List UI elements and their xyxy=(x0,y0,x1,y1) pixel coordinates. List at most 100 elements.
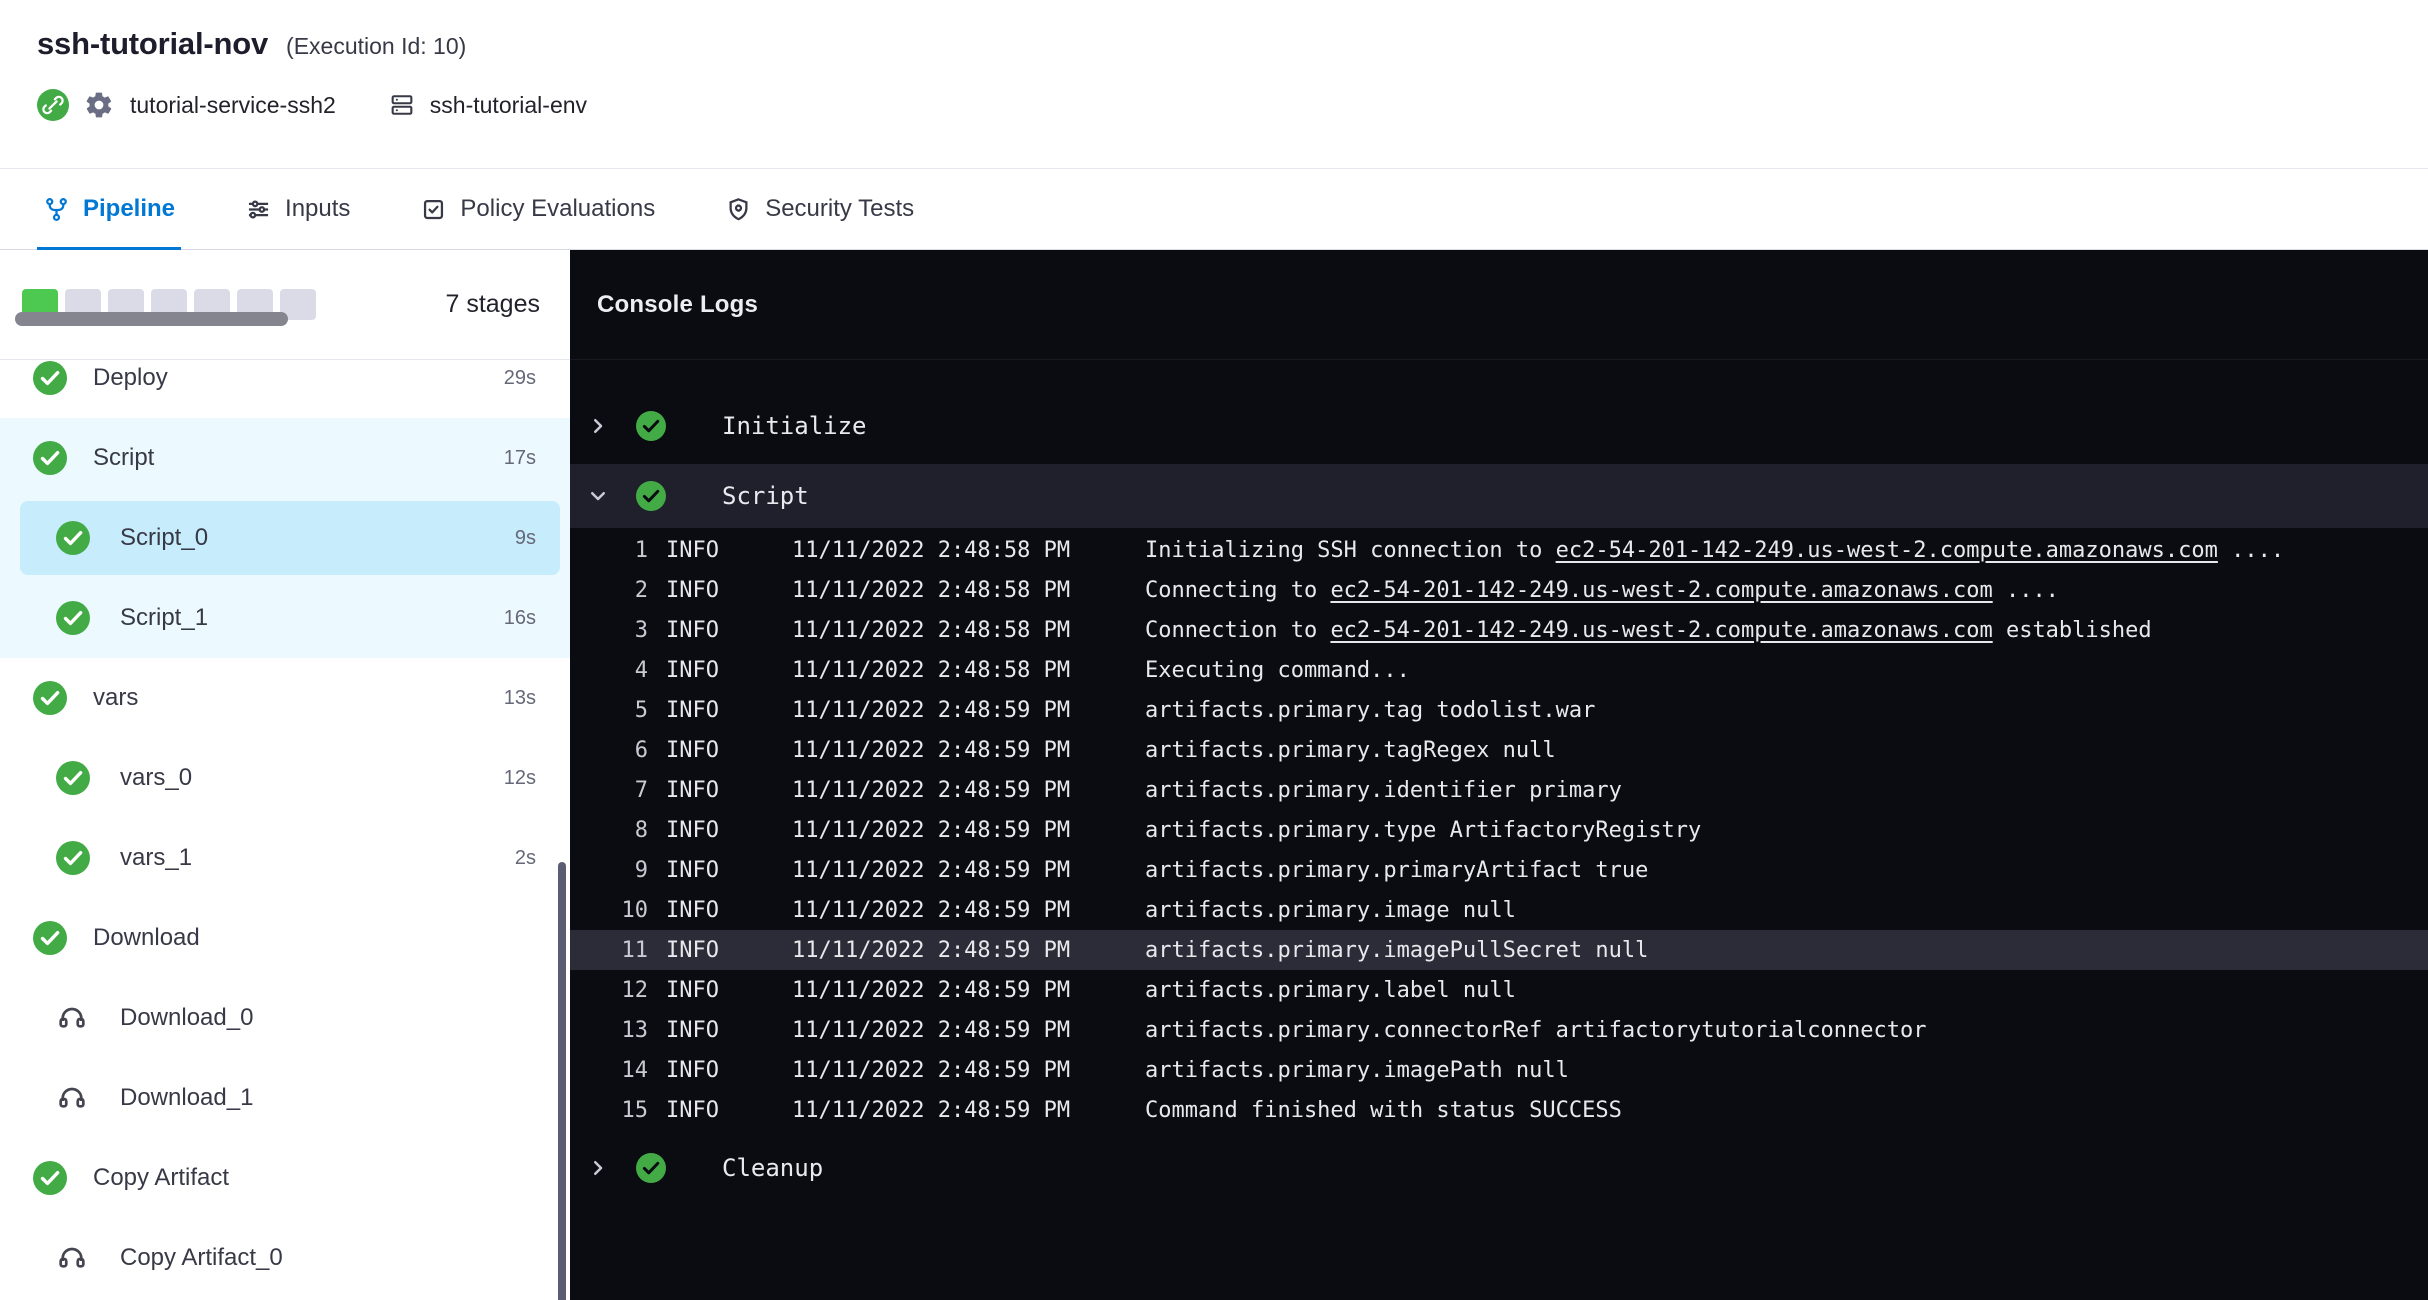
log-level: INFO xyxy=(666,978,792,1003)
log-text: Connection to xyxy=(1145,618,1330,643)
log-message: artifacts.primary.primaryArtifact true xyxy=(1145,858,2428,883)
stage-row[interactable]: Download_1 xyxy=(0,1058,570,1138)
stage-row[interactable]: Script_0 9s xyxy=(0,498,570,578)
stage-label: Copy Artifact_0 xyxy=(120,1244,283,1272)
environment-name[interactable]: ssh-tutorial-env xyxy=(430,92,587,119)
log-timestamp: 11/11/2022 2:48:58 PM xyxy=(792,538,1145,563)
log-level: INFO xyxy=(666,618,792,643)
stage-duration: 12s xyxy=(504,767,570,790)
policy-evaluations-icon xyxy=(420,196,447,223)
success-check-icon xyxy=(56,761,90,795)
success-check-icon xyxy=(33,921,67,955)
tab-security-tests[interactable]: Security Tests xyxy=(719,169,920,249)
log-message: artifacts.primary.identifier primary xyxy=(1145,778,2428,803)
stages-sidebar: 7 stages Deploy 29s Script 17s Script_0 … xyxy=(0,250,570,1300)
stage-row[interactable]: Download xyxy=(0,898,570,978)
log-line-number: 12 xyxy=(570,978,648,1003)
log-row: 12 INFO 11/11/2022 2:48:59 PM artifacts.… xyxy=(570,970,2428,1010)
log-level: INFO xyxy=(666,858,792,883)
log-line-number: 9 xyxy=(570,858,648,883)
stage-label: Download_0 xyxy=(120,1004,253,1032)
stages-count: 7 stages xyxy=(445,290,540,319)
log-timestamp: 11/11/2022 2:48:59 PM xyxy=(792,938,1145,963)
log-line-number: 7 xyxy=(570,778,648,803)
tab-inputs[interactable]: Inputs xyxy=(239,169,356,249)
page-title: ssh-tutorial-nov xyxy=(37,26,268,62)
stage-row[interactable]: Copy Artifact xyxy=(0,1138,570,1218)
log-timestamp: 11/11/2022 2:48:58 PM xyxy=(792,578,1145,603)
log-row: 9 INFO 11/11/2022 2:48:59 PM artifacts.p… xyxy=(570,850,2428,890)
log-line-number: 4 xyxy=(570,658,648,683)
log-row: 2 INFO 11/11/2022 2:48:58 PM Connecting … xyxy=(570,570,2428,610)
stage-label: Copy Artifact xyxy=(93,1164,229,1192)
log-level: INFO xyxy=(666,698,792,723)
stage-row[interactable]: Copy Artifact_0 xyxy=(0,1218,570,1298)
chevron-down-icon[interactable] xyxy=(586,484,610,508)
tab-policy-evaluations[interactable]: Policy Evaluations xyxy=(414,169,661,249)
stage-row[interactable]: Script 17s xyxy=(0,418,570,498)
inputs-icon xyxy=(245,196,272,223)
tab-pipeline[interactable]: Pipeline xyxy=(37,169,181,249)
log-text: artifacts.primary.label null xyxy=(1145,978,1516,1003)
log-text: artifacts.primary.image null xyxy=(1145,898,1516,923)
log-section-initialize[interactable]: Initialize xyxy=(570,394,2428,458)
success-check-icon xyxy=(636,481,666,511)
section-label: Cleanup xyxy=(722,1154,823,1182)
log-message: Connecting to ec2-54-201-142-249.us-west… xyxy=(1145,578,2428,603)
log-message: artifacts.primary.imagePath null xyxy=(1145,1058,2428,1083)
log-level: INFO xyxy=(666,938,792,963)
log-timestamp: 11/11/2022 2:48:59 PM xyxy=(792,818,1145,843)
log-line-number: 6 xyxy=(570,738,648,763)
stage-row[interactable]: vars_0 12s xyxy=(0,738,570,818)
log-line-number: 14 xyxy=(570,1058,648,1083)
sidebar-scrollbar[interactable] xyxy=(558,862,566,1300)
log-link[interactable]: ec2-54-201-142-249.us-west-2.compute.ama… xyxy=(1330,578,1992,603)
log-link[interactable]: ec2-54-201-142-249.us-west-2.compute.ama… xyxy=(1556,538,2218,563)
console-panel: Console Logs Initialize xyxy=(570,250,2428,1300)
log-row: 1 INFO 11/11/2022 2:48:58 PM Initializin… xyxy=(570,530,2428,570)
success-check-icon xyxy=(56,521,90,555)
stage-duration: 13s xyxy=(504,687,570,710)
log-message: artifacts.primary.label null xyxy=(1145,978,2428,1003)
gear-icon[interactable] xyxy=(84,90,114,120)
log-text: artifacts.primary.imagePath null xyxy=(1145,1058,1569,1083)
log-link[interactable]: ec2-54-201-142-249.us-west-2.compute.ama… xyxy=(1330,618,1992,643)
meta-row: tutorial-service-ssh2 ssh-tutorial-env xyxy=(37,89,2428,121)
success-check-icon xyxy=(636,1153,666,1183)
execution-id: (Execution Id: 10) xyxy=(286,33,466,60)
log-level: INFO xyxy=(666,738,792,763)
stage-duration: 17s xyxy=(504,447,570,470)
pipeline-icon xyxy=(43,196,70,223)
log-text: artifacts.primary.tag todolist.war xyxy=(1145,698,1595,723)
log-section-cleanup[interactable]: Cleanup xyxy=(570,1136,2428,1200)
log-timestamp: 11/11/2022 2:48:59 PM xyxy=(792,858,1145,883)
progress-scrollbar[interactable] xyxy=(15,312,288,326)
log-line-number: 13 xyxy=(570,1018,648,1043)
log-text: artifacts.primary.type ArtifactoryRegist… xyxy=(1145,818,1701,843)
log-text: artifacts.primary.tagRegex null xyxy=(1145,738,1556,763)
stage-row[interactable]: vars 13s xyxy=(0,658,570,738)
stage-row[interactable]: Script_1 16s xyxy=(0,578,570,658)
stage-row[interactable]: Download_0 xyxy=(0,978,570,1058)
tab-label: Inputs xyxy=(285,195,350,223)
log-row: 15 INFO 11/11/2022 2:48:59 PM Command fi… xyxy=(570,1090,2428,1130)
console-header: Console Logs xyxy=(570,250,2428,360)
chevron-right-icon[interactable] xyxy=(586,414,610,438)
log-text: Executing command... xyxy=(1145,658,1410,683)
success-check-icon xyxy=(636,411,666,441)
log-level: INFO xyxy=(666,778,792,803)
log-timestamp: 11/11/2022 2:48:59 PM xyxy=(792,1098,1145,1123)
log-line-number: 5 xyxy=(570,698,648,723)
title-row: ssh-tutorial-nov (Execution Id: 10) xyxy=(37,0,2428,62)
content: 7 stages Deploy 29s Script 17s Script_0 … xyxy=(0,250,2428,1300)
stage-row[interactable]: vars_1 2s xyxy=(0,818,570,898)
log-row: 5 INFO 11/11/2022 2:48:59 PM artifacts.p… xyxy=(570,690,2428,730)
log-level: INFO xyxy=(666,1018,792,1043)
chevron-right-icon[interactable] xyxy=(586,1156,610,1180)
log-timestamp: 11/11/2022 2:48:59 PM xyxy=(792,898,1145,923)
service-name[interactable]: tutorial-service-ssh2 xyxy=(130,92,336,119)
log-section-script[interactable]: Script xyxy=(570,464,2428,528)
step-icon xyxy=(56,1001,90,1035)
section-label: Script xyxy=(722,482,809,510)
stage-label: Script xyxy=(93,444,154,472)
